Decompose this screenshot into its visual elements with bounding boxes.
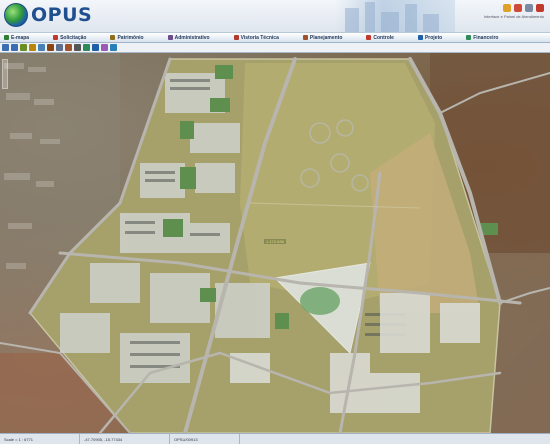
- map-icon: [4, 35, 9, 40]
- admin-icon: [167, 35, 173, 40]
- pan-icon[interactable]: [20, 44, 27, 51]
- planning-icon: [302, 35, 308, 40]
- menu-item-label: Patrimônio: [117, 34, 144, 41]
- finance-icon: [466, 35, 472, 40]
- menu-item-label: Financeiro: [473, 34, 499, 41]
- logo-text: OPUS: [31, 4, 93, 26]
- map-toolbar: [0, 43, 550, 53]
- project-icon: [417, 35, 423, 40]
- select-icon[interactable]: [56, 44, 63, 51]
- zoom-out-icon[interactable]: [11, 44, 18, 51]
- building-icon: [110, 35, 116, 40]
- menu-item-planejamento[interactable]: Planejamento: [302, 34, 343, 41]
- app-logo[interactable]: OPUS: [4, 3, 92, 27]
- zoom-in-icon[interactable]: [2, 44, 9, 51]
- mail-icon[interactable]: [514, 4, 522, 12]
- menu-item-label: Controle: [373, 34, 394, 41]
- map-view[interactable]: 1.172.636: [0, 53, 550, 433]
- user-panel: Interface e Painel de Atendimento: [460, 4, 544, 30]
- help-icon[interactable]: [503, 4, 511, 12]
- identify-icon[interactable]: [38, 44, 45, 51]
- menu-item-label: Administrativo: [174, 34, 210, 41]
- measure-icon[interactable]: [47, 44, 54, 51]
- map-center-label: 1.172.636: [264, 239, 286, 244]
- inspection-icon: [233, 35, 239, 40]
- logout-icon[interactable]: [536, 4, 544, 12]
- menu-item-administrativo[interactable]: Administrativo: [167, 34, 210, 41]
- menu-item-label: Projeto: [424, 34, 443, 41]
- control-icon: [366, 35, 372, 40]
- app-header: OPUS Interface e Painel de Atendimento: [0, 0, 550, 32]
- menu-item-label: Vistoria Técnica: [240, 34, 279, 41]
- menu-item-patrim-nio[interactable]: Patrimônio: [110, 34, 144, 41]
- menu-item-controle[interactable]: Controle: [366, 35, 394, 41]
- layers-icon[interactable]: [83, 44, 90, 51]
- settings-icon[interactable]: [525, 4, 533, 12]
- coordinates-readout: -47.70905, -15.77434: [80, 434, 170, 444]
- menu-item-financeiro[interactable]: Financeiro: [466, 35, 498, 41]
- menu-item-e-mapa[interactable]: E-mapa: [4, 35, 29, 41]
- main-menu: E-mapa Solicitação Patrimônio Administrativ…: [0, 32, 550, 43]
- print-icon[interactable]: [74, 44, 81, 51]
- globe-icon: [4, 3, 28, 27]
- user-name: Interface e Painel de Atendimento: [483, 14, 544, 19]
- menu-item-vistoria-t-cnica[interactable]: Vistoria Técnica: [233, 34, 279, 41]
- info-icon[interactable]: [92, 44, 99, 51]
- menu-item-label: Planejamento: [309, 34, 343, 41]
- reference-readout: OPSU/00913: [170, 434, 240, 444]
- status-bar: Scale = 1 : 6771 -47.70905, -15.77434 OP…: [0, 433, 550, 444]
- menu-item-projeto[interactable]: Projeto: [417, 34, 443, 41]
- zoom-slider[interactable]: [2, 59, 8, 89]
- menu-item-label: E-mapa: [11, 34, 30, 41]
- menu-item-label: Solicitação: [60, 34, 87, 41]
- scale-readout: Scale = 1 : 6771: [0, 434, 80, 444]
- home-icon[interactable]: [29, 44, 36, 51]
- request-icon: [53, 35, 59, 40]
- draw-icon[interactable]: [101, 44, 108, 51]
- header-banner: [335, 0, 455, 32]
- menu-item-solicita-o[interactable]: Solicitação: [53, 35, 86, 41]
- clear-icon[interactable]: [65, 44, 72, 51]
- status-extra: [240, 434, 550, 444]
- refresh-icon[interactable]: [110, 44, 117, 51]
